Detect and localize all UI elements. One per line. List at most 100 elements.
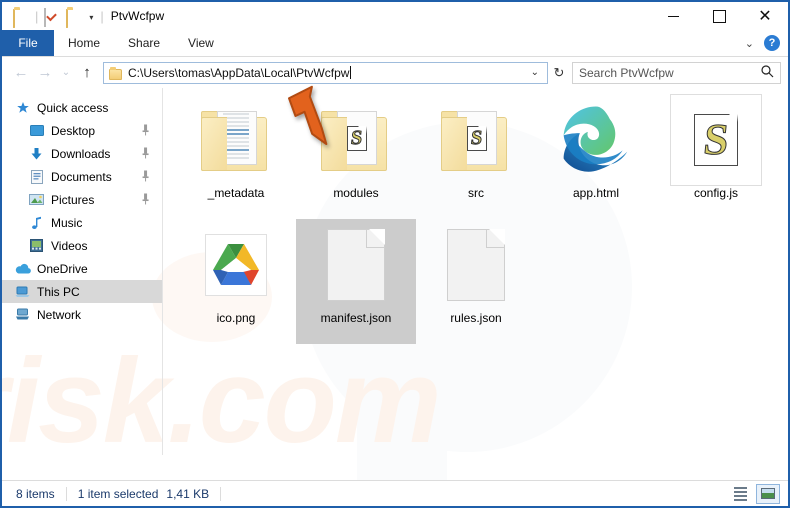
large-icons-view-button[interactable] — [756, 483, 780, 504]
pin-icon[interactable] — [136, 168, 154, 186]
ribbon-tab-bar: File Home Share View ⌄ ? — [2, 30, 788, 57]
status-divider-2 — [220, 486, 222, 501]
up-button[interactable]: ↑ — [75, 64, 99, 81]
view-toggle-group — [728, 483, 788, 504]
icon-grid: _metadata S modules S src app.html S con… — [176, 94, 788, 344]
sidebar-item-downloads[interactable]: Downloads — [2, 142, 162, 165]
downloads-icon — [28, 147, 45, 161]
file-item-manifest-json[interactable]: manifest.json — [296, 219, 416, 344]
tab-home[interactable]: Home — [54, 30, 114, 56]
sidebar-item-desktop[interactable]: Desktop — [2, 119, 162, 142]
address-dropdown-icon[interactable]: ⌄ — [527, 67, 543, 78]
sidebar-item-label: OneDrive — [37, 261, 88, 276]
js-script-icon: S — [656, 94, 776, 186]
folder-icon[interactable] — [13, 8, 29, 28]
sidebar-item-label: Downloads — [51, 146, 111, 161]
recent-locations-button[interactable]: ⌄ — [57, 67, 75, 78]
maximize-button[interactable] — [696, 2, 742, 30]
sidebar-item-label: Desktop — [51, 123, 96, 138]
address-folder-icon — [109, 67, 122, 80]
search-placeholder: Search PtvWcfpw — [579, 65, 674, 80]
properties-icon[interactable] — [44, 8, 60, 27]
generic-document-icon — [296, 219, 416, 311]
sidebar-item-network[interactable]: Network — [2, 303, 162, 326]
pin-icon[interactable] — [136, 191, 154, 209]
search-icon[interactable] — [761, 64, 774, 81]
sidebar-item-this-pc[interactable]: This PC — [2, 280, 162, 303]
title-bar: | ▾ | PtvWcfpw ✕ — [2, 2, 788, 30]
videos-icon — [28, 239, 45, 252]
navigation-pane: Quick access Desktop Downloads Documents… — [2, 88, 162, 455]
text-caret — [350, 66, 352, 79]
file-item-rules-json[interactable]: rules.json — [416, 219, 536, 344]
sidebar-item-label: This PC — [37, 284, 80, 299]
close-button[interactable]: ✕ — [742, 2, 788, 30]
file-item-label: config.js — [693, 186, 739, 200]
file-item-label: rules.json — [450, 311, 502, 325]
sidebar-item-label: Quick access — [37, 100, 109, 115]
details-view-button[interactable] — [728, 484, 752, 504]
sidebar-item-pictures[interactable]: Pictures — [2, 188, 162, 211]
file-item-metadata[interactable]: _metadata — [176, 94, 296, 219]
address-bar-row: ← → ⌄ ↑ C:\Users\tomas\AppData\Local\Ptv… — [2, 57, 788, 88]
pin-icon[interactable] — [136, 122, 154, 140]
generic-document-icon — [416, 219, 536, 311]
customize-caret-icon[interactable]: ▾ — [89, 13, 93, 22]
selection-label: 1 item selected — [77, 486, 159, 501]
file-explorer-window: risk.com | ▾ | PtvWcfpw ✕ File Home Shar… — [0, 0, 790, 508]
tab-file[interactable]: File — [2, 30, 54, 56]
desktop-icon — [28, 124, 45, 137]
this-pc-icon — [14, 286, 31, 298]
network-icon — [14, 308, 31, 321]
file-item-app-html[interactable]: app.html — [536, 94, 656, 219]
tab-view[interactable]: View — [174, 30, 228, 56]
sidebar-item-documents[interactable]: Documents — [2, 165, 162, 188]
onedrive-icon — [14, 263, 31, 274]
file-list-pane[interactable]: _metadata S modules S src app.html S con… — [162, 88, 788, 455]
documents-icon — [28, 169, 45, 184]
status-divider — [65, 486, 67, 501]
ribbon-actions: ⌄ ? — [745, 30, 788, 56]
sidebar-item-onedrive[interactable]: OneDrive — [2, 257, 162, 280]
sidebar-item-label: Network — [37, 307, 82, 322]
sidebar-item-label: Documents — [51, 169, 112, 184]
sidebar-item-label: Pictures — [51, 192, 95, 207]
selection-size-label: 1,41 KB — [166, 486, 210, 501]
minimize-button[interactable] — [650, 2, 696, 30]
search-input[interactable]: Search PtvWcfpw — [572, 61, 781, 84]
sidebar-item-quick-access[interactable]: Quick access — [2, 96, 162, 119]
pane-splitter[interactable] — [162, 88, 163, 455]
file-item-src[interactable]: S src — [416, 94, 536, 219]
edge-browser-icon — [536, 94, 656, 186]
address-path-text: C:\Users\tomas\AppData\Local\PtvWcfpw — [128, 65, 350, 80]
pictures-icon — [28, 193, 45, 206]
window-controls: ✕ — [650, 2, 788, 30]
tab-share[interactable]: Share — [114, 30, 174, 56]
new-folder-icon[interactable] — [66, 8, 82, 28]
file-item-label: ico.png — [216, 311, 256, 325]
file-item-label: modules — [333, 186, 379, 200]
help-icon[interactable]: ? — [764, 35, 780, 51]
forward-button[interactable]: → — [33, 64, 57, 81]
qat-divider: | — [35, 8, 39, 24]
pin-icon[interactable] — [136, 145, 154, 163]
chevron-down-icon[interactable]: ⌄ — [745, 37, 754, 50]
file-item-config-js[interactable]: S config.js — [656, 94, 776, 219]
item-count-label: 8 items — [16, 486, 55, 501]
window-title: PtvWcfpw — [110, 9, 165, 23]
refresh-button[interactable]: ↻ — [548, 65, 570, 81]
sidebar-item-videos[interactable]: Videos — [2, 234, 162, 257]
sidebar-item-music[interactable]: Music — [2, 211, 162, 234]
file-item-ico-png[interactable]: ico.png — [176, 219, 296, 344]
status-bar: 8 items 1 item selected 1,41 KB — [2, 480, 788, 506]
qat-divider-2: | — [100, 8, 104, 24]
address-input[interactable]: C:\Users\tomas\AppData\Local\PtvWcfpw ⌄ — [103, 61, 548, 84]
explorer-body: Quick access Desktop Downloads Documents… — [2, 88, 788, 455]
file-item-label: app.html — [572, 186, 620, 200]
sidebar-item-label: Music — [51, 215, 83, 230]
google-drive-icon — [176, 219, 296, 311]
music-icon — [28, 216, 45, 230]
sidebar-item-label: Videos — [51, 238, 88, 253]
back-button[interactable]: ← — [9, 64, 33, 81]
star-icon — [14, 101, 31, 115]
